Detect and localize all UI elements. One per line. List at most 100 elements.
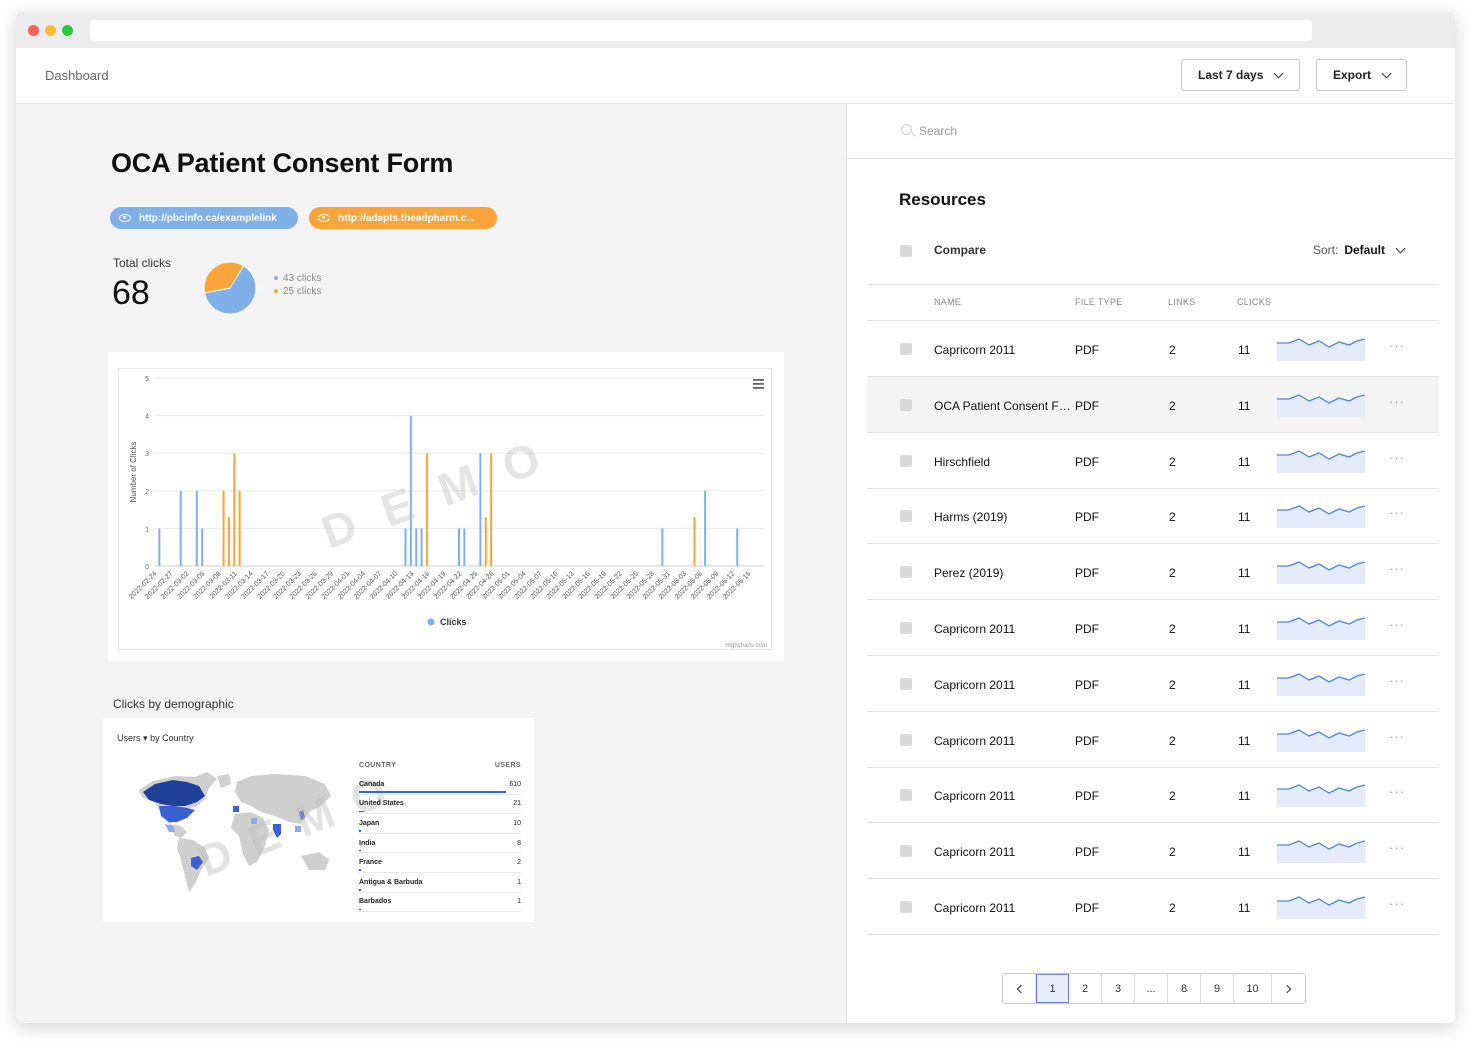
- link-pill-2[interactable]: http://adapts.theadpharm.c...: [309, 207, 497, 229]
- page-button[interactable]: 8: [1168, 974, 1201, 1003]
- minimize-window-icon[interactable]: [45, 25, 56, 36]
- geo-row: Barbados 1: [359, 893, 521, 913]
- maximize-window-icon[interactable]: [62, 25, 73, 36]
- chart-menu-icon[interactable]: [753, 383, 764, 385]
- more-options-icon[interactable]: ···: [1389, 561, 1405, 576]
- geo-metric-select[interactable]: Users ▾: [117, 733, 148, 743]
- legend-label[interactable]: Clicks: [440, 617, 467, 627]
- next-page-button[interactable]: [1272, 974, 1305, 1003]
- row-checkbox[interactable]: [900, 901, 912, 913]
- more-options-icon[interactable]: ···: [1389, 394, 1405, 409]
- row-checkbox[interactable]: [900, 677, 912, 690]
- resource-file-type: PDF: [1075, 566, 1099, 581]
- pie-legend-item: 25 clicks: [274, 285, 321, 298]
- breadcrumb[interactable]: Dashboard: [45, 68, 109, 83]
- resource-name[interactable]: Capricorn 2011: [934, 901, 1074, 915]
- page-title: OCA Patient Consent Form: [111, 148, 454, 178]
- search-input[interactable]: [919, 121, 1319, 141]
- table-row[interactable]: OCA Patient Consent Form PDF 2 11 ···: [867, 376, 1439, 433]
- table-row[interactable]: Capricorn 2011 PDF 2 11 ···: [867, 823, 1439, 880]
- more-options-icon[interactable]: ···: [1389, 617, 1405, 632]
- row-checkbox[interactable]: [900, 398, 912, 411]
- row-checkbox[interactable]: [900, 566, 912, 579]
- more-options-icon[interactable]: ···: [1389, 673, 1405, 688]
- resource-name[interactable]: Capricorn 2011: [934, 845, 1074, 859]
- page-button[interactable]: 2: [1069, 974, 1102, 1003]
- y-tick-label: 2: [145, 489, 149, 496]
- table-row[interactable]: Capricorn 2011 PDF 2 11 ···: [867, 879, 1439, 935]
- more-options-icon[interactable]: ···: [1389, 784, 1405, 799]
- table-row[interactable]: Perez (2019) PDF 2 11 ···: [867, 544, 1439, 601]
- geo-col-country: COUNTRY: [359, 762, 397, 769]
- resource-file-type: PDF: [1075, 454, 1099, 469]
- date-range-dropdown[interactable]: Last 7 days: [1181, 59, 1300, 91]
- geo-col-users: USERS: [494, 762, 521, 769]
- link-pill-1[interactable]: http://pbcinfo.ca/examplelink: [110, 207, 298, 229]
- compare-checkbox[interactable]: [900, 245, 912, 257]
- resource-name[interactable]: Perez (2019): [934, 566, 1074, 580]
- row-checkbox[interactable]: [900, 733, 912, 746]
- more-options-icon[interactable]: ···: [1389, 505, 1405, 520]
- chart-menu-icon[interactable]: [753, 387, 764, 389]
- table-row[interactable]: Capricorn 2011 PDF 2 11 ···: [867, 321, 1439, 377]
- y-tick-label: 3: [145, 451, 149, 458]
- table-row[interactable]: Hirschfield PDF 2 11 ···: [867, 433, 1439, 489]
- chevron-left-icon: [1016, 984, 1025, 993]
- more-options-icon[interactable]: ···: [1389, 896, 1405, 911]
- row-checkbox[interactable]: [900, 343, 912, 355]
- col-file-type[interactable]: FILE TYPE: [1075, 297, 1123, 307]
- row-checkbox[interactable]: [900, 454, 912, 467]
- table-row[interactable]: Capricorn 2011 PDF 2 11 ···: [867, 767, 1439, 824]
- more-options-icon[interactable]: ···: [1389, 338, 1405, 353]
- more-options-icon[interactable]: ···: [1389, 729, 1405, 744]
- resource-name[interactable]: Capricorn 2011: [934, 678, 1074, 692]
- table-row[interactable]: Capricorn 2011 PDF 2 11 ···: [867, 656, 1439, 712]
- sort-dropdown[interactable]: Sort: Default: [1313, 243, 1406, 257]
- resource-name[interactable]: Capricorn 2011: [934, 343, 1074, 357]
- geo-dimension[interactable]: by Country: [150, 733, 194, 743]
- table-row[interactable]: Capricorn 2011 PDF 2 11 ···: [867, 712, 1439, 768]
- prev-page-button[interactable]: [1003, 974, 1036, 1003]
- resource-name[interactable]: Hirschfield: [934, 455, 1074, 469]
- geo-row: India 8: [359, 834, 521, 854]
- geo-users: 2: [517, 859, 521, 867]
- row-checkbox[interactable]: [900, 789, 912, 802]
- col-links[interactable]: LINKS: [1168, 297, 1196, 307]
- resource-file-type: PDF: [1075, 510, 1099, 525]
- col-clicks[interactable]: CLICKS: [1237, 297, 1271, 307]
- more-options-icon[interactable]: ···: [1389, 450, 1405, 465]
- more-options-icon[interactable]: ···: [1389, 840, 1405, 855]
- resource-name[interactable]: Capricorn 2011: [934, 734, 1074, 748]
- page-button[interactable]: ...: [1135, 974, 1168, 1003]
- page-button[interactable]: 10: [1234, 974, 1272, 1003]
- close-window-icon[interactable]: [28, 25, 39, 36]
- resource-name[interactable]: OCA Patient Consent Form: [934, 399, 1074, 413]
- clicks-pie-chart: [203, 261, 257, 315]
- page-button[interactable]: 3: [1102, 974, 1135, 1003]
- page-button[interactable]: 1: [1036, 974, 1069, 1003]
- address-bar[interactable]: [90, 20, 1312, 41]
- bar: [158, 528, 161, 566]
- row-checkbox[interactable]: [900, 510, 912, 523]
- resource-name[interactable]: Capricorn 2011: [934, 789, 1074, 803]
- bar: [238, 490, 241, 566]
- table-row[interactable]: Capricorn 2011 PDF 2 11 ···: [867, 600, 1439, 656]
- resource-name[interactable]: Capricorn 2011: [934, 622, 1074, 636]
- resource-links: 2: [1169, 845, 1176, 860]
- row-checkbox[interactable]: [900, 845, 912, 858]
- chart-menu-icon[interactable]: [753, 379, 764, 381]
- resource-name[interactable]: Harms (2019): [934, 510, 1074, 524]
- geo-card: Users ▾ by Country DEMO COUNTRY USERS Ca…: [103, 718, 534, 922]
- bar: [463, 528, 466, 566]
- row-checkbox[interactable]: [900, 622, 912, 634]
- export-dropdown[interactable]: Export: [1316, 59, 1407, 91]
- table-row[interactable]: Harms (2019) PDF 2 11 ···: [867, 488, 1439, 545]
- resource-file-type: PDF: [1075, 901, 1099, 915]
- legend-marker: [427, 618, 435, 626]
- chart-credits[interactable]: Highcharts.com: [725, 643, 767, 649]
- bar: [415, 528, 418, 566]
- sparkline: [1277, 617, 1365, 640]
- resource-clicks: 11: [1238, 343, 1251, 357]
- col-name[interactable]: NAME: [934, 297, 961, 307]
- page-button[interactable]: 9: [1201, 974, 1234, 1003]
